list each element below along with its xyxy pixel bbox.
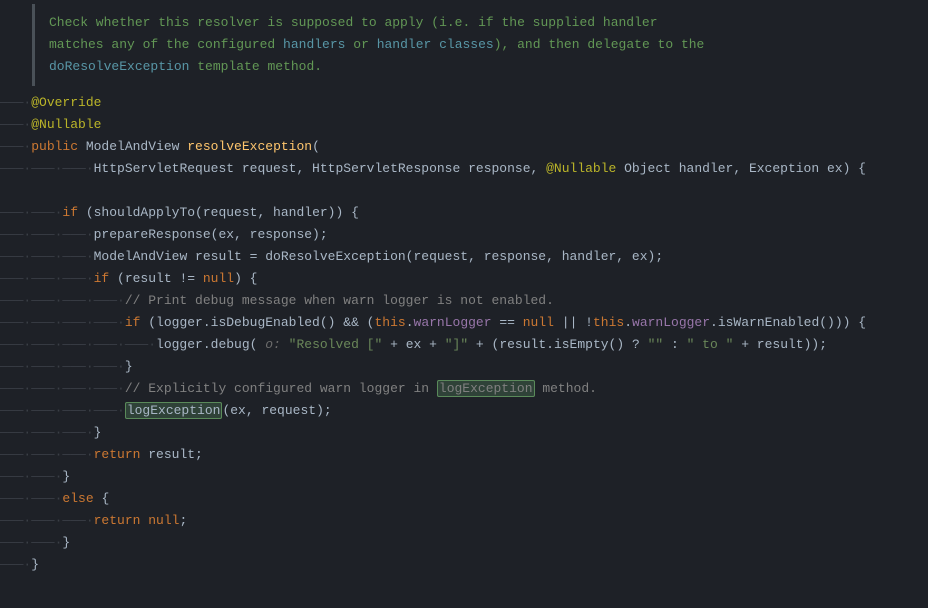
code-line[interactable]: ———·———·———·return null; — [0, 510, 928, 532]
string-literal: " to " — [687, 337, 734, 352]
code-line[interactable]: ———·———·———·if (result != null) { — [0, 268, 928, 290]
code-line[interactable]: ———·} — [0, 554, 928, 576]
code-line[interactable]: ———·———·} — [0, 532, 928, 554]
code-line[interactable]: ———·———·———·———·logException(ex, request… — [0, 400, 928, 422]
return-type: ModelAndView — [86, 139, 187, 154]
identifier-highlight: logException — [437, 380, 535, 397]
code-line[interactable]: ———·———·———·ModelAndView result = doReso… — [0, 246, 928, 268]
kw-else: else — [62, 491, 101, 506]
code-line[interactable] — [0, 180, 928, 202]
field-warnlogger: warnLogger — [414, 315, 492, 330]
annotation-override: @Override — [31, 95, 101, 110]
code-line[interactable]: ———·———·———·prepareResponse(ex, response… — [0, 224, 928, 246]
annotation-nullable: @Nullable — [31, 117, 101, 132]
code-line[interactable]: ———·@Override — [0, 92, 928, 114]
comment: // Print debug message when warn logger … — [125, 293, 554, 308]
code-line[interactable]: ———·———·———·HttpServletRequest request, … — [0, 158, 928, 180]
code-line[interactable]: ———·———·———·return result; — [0, 444, 928, 466]
string-literal: "]" — [445, 337, 468, 352]
doc-link-handler-classes[interactable]: handler classes — [377, 37, 494, 52]
annotation-nullable-param: @Nullable — [546, 161, 616, 176]
kw-this: this — [374, 315, 405, 330]
kw-return: return — [94, 447, 149, 462]
code-line[interactable]: ———·@Nullable — [0, 114, 928, 136]
code-line[interactable]: ———·———·———·———·} — [0, 356, 928, 378]
kw-if: if — [62, 205, 85, 220]
doc-line-1: Check whether this resolver is supposed … — [49, 15, 658, 30]
kw-public: public — [31, 139, 86, 154]
code-line[interactable]: ———·———·———·———·// Explicitly configured… — [0, 378, 928, 400]
kw-null: null — [523, 315, 554, 330]
doc-line-3b: template method. — [189, 59, 322, 74]
doc-line-2c: or — [345, 37, 376, 52]
parameter-hint: o: — [257, 337, 288, 352]
doc-line-2e: ), and then delegate to the — [494, 37, 705, 52]
code-line[interactable]: ———·———·———·———·// Print debug message w… — [0, 290, 928, 312]
doc-link-doresolve[interactable]: doResolveException — [49, 59, 189, 74]
code-line[interactable]: ———·———·———·———·if (logger.isDebugEnable… — [0, 312, 928, 334]
kw-if: if — [94, 271, 117, 286]
code-line[interactable]: ———·———·if (shouldApplyTo(request, handl… — [0, 202, 928, 224]
string-literal: "Resolved [" — [289, 337, 383, 352]
doc-link-handlers[interactable]: handlers — [283, 37, 345, 52]
kw-if: if — [125, 315, 148, 330]
method-name: resolveException — [187, 139, 312, 154]
comment: // Explicitly configured warn logger in — [125, 381, 437, 396]
code-line[interactable]: ———·———·———·———·———·logger.debug( o: "Re… — [0, 334, 928, 356]
kw-this: this — [593, 315, 624, 330]
kw-null: null — [148, 513, 179, 528]
kw-return: return — [94, 513, 149, 528]
doc-line-2a: matches any of the configured — [49, 37, 283, 52]
code-line[interactable]: ———·———·else { — [0, 488, 928, 510]
code-line[interactable]: ———·———·} — [0, 466, 928, 488]
code-editor[interactable]: ———·@Override ———·@Nullable ———·public M… — [0, 92, 928, 576]
code-line[interactable]: ———·public ModelAndView resolveException… — [0, 136, 928, 158]
string-literal: "" — [648, 337, 664, 352]
identifier-highlight: logException — [125, 402, 223, 419]
code-line[interactable]: ———·———·———·} — [0, 422, 928, 444]
javadoc-block: Check whether this resolver is supposed … — [32, 4, 928, 86]
kw-null: null — [203, 271, 234, 286]
field-warnlogger: warnLogger — [632, 315, 710, 330]
